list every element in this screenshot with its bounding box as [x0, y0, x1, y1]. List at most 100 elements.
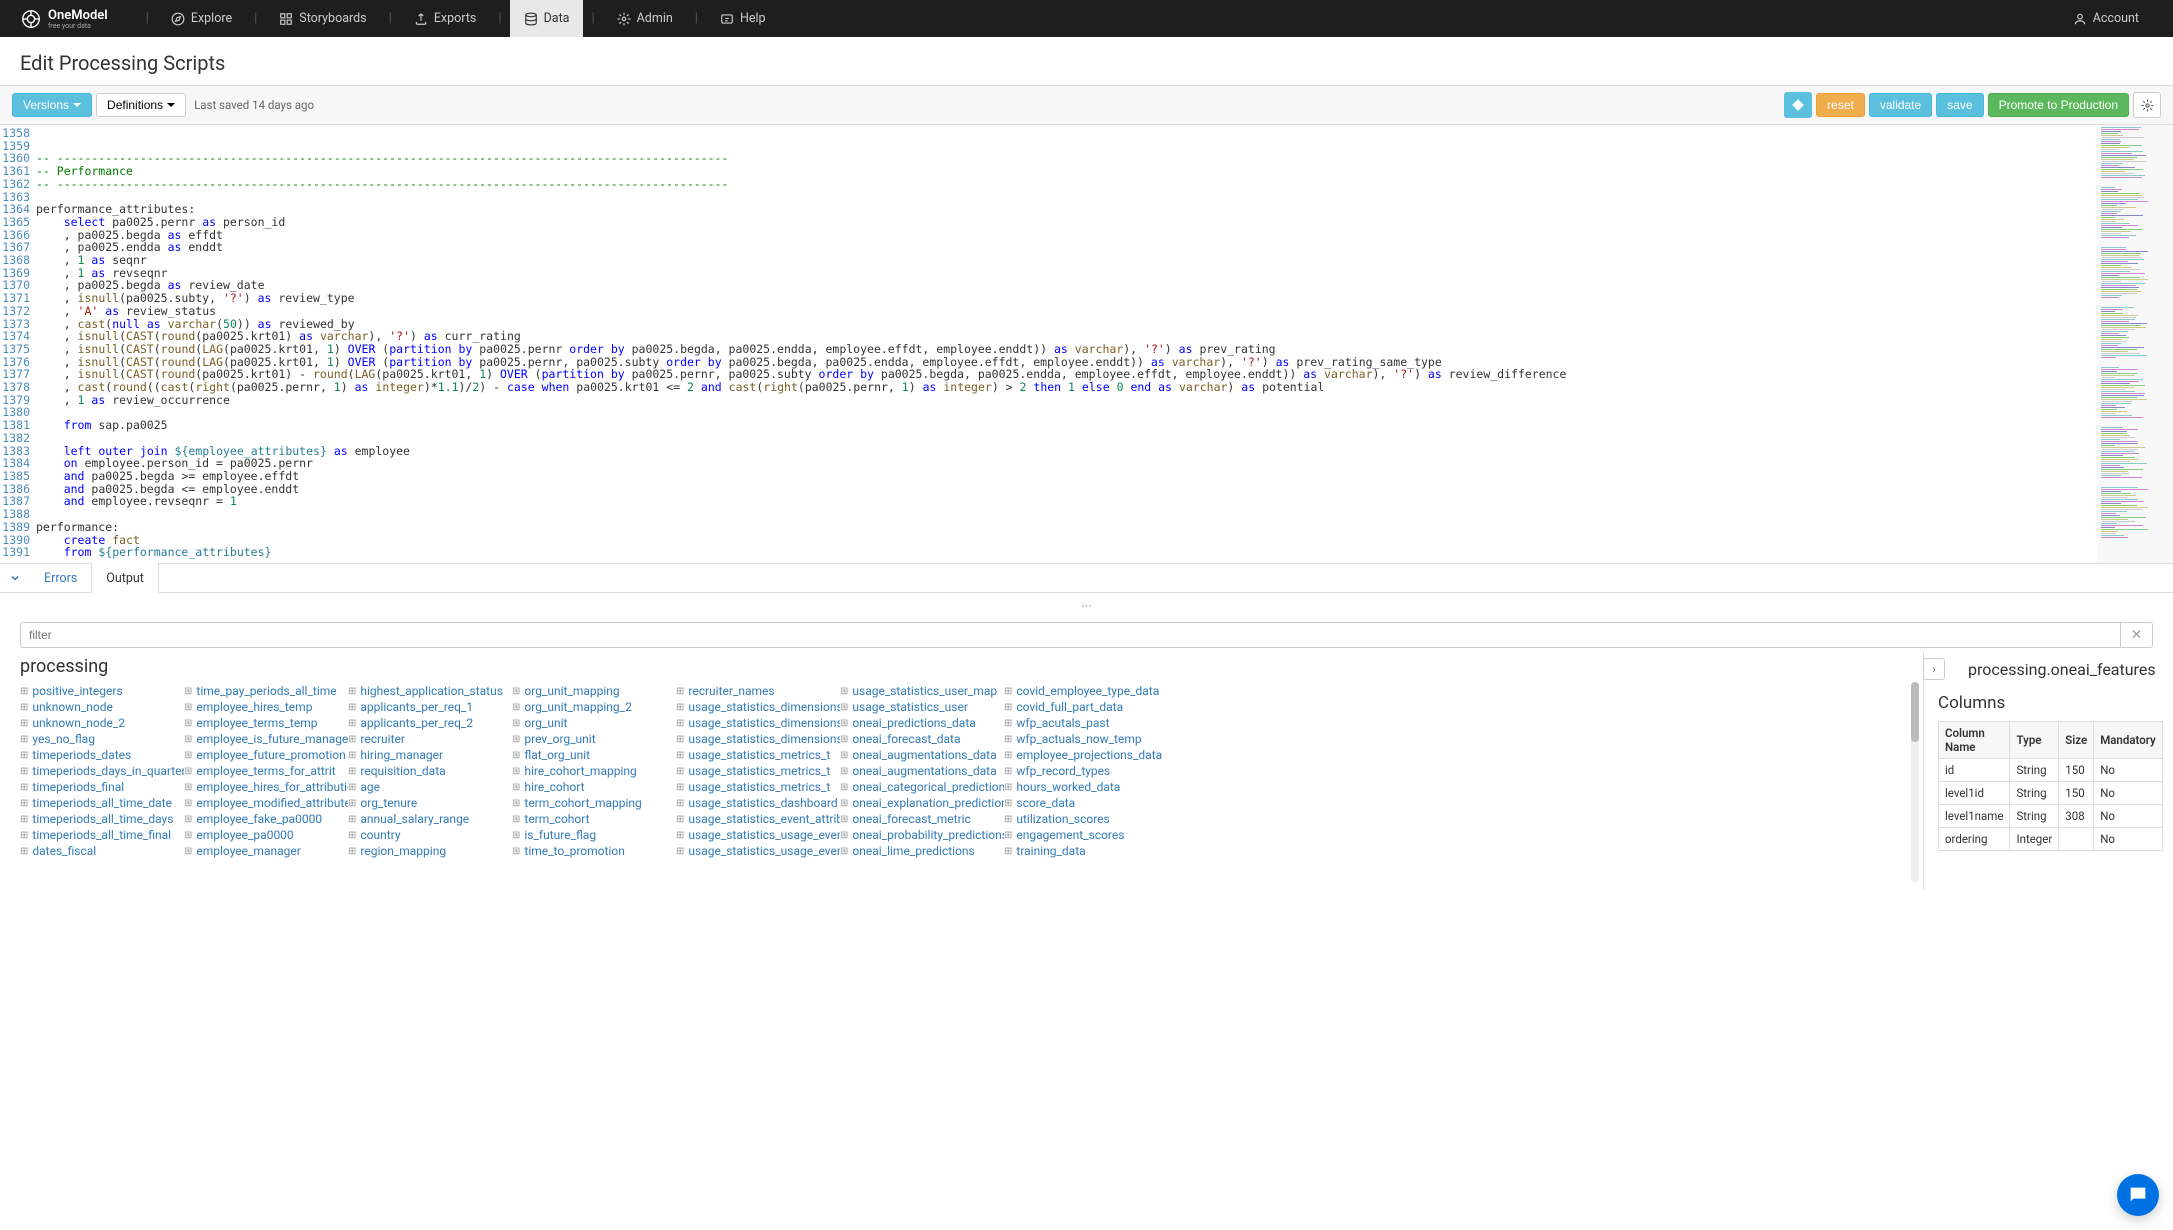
nav-data[interactable]: Data: [510, 0, 584, 37]
versions-dropdown[interactable]: Versions: [12, 93, 92, 117]
processing-item[interactable]: ⊞org_unit_mapping_2: [512, 699, 676, 715]
processing-item[interactable]: ⊞oneai_predictions_data: [840, 715, 1004, 731]
processing-item[interactable]: ⊞usage_statistics_event_attribution: [676, 811, 840, 827]
processing-item[interactable]: ⊞covid_employee_type_data: [1004, 683, 1168, 699]
processing-item[interactable]: ⊞time_pay_periods_all_time: [184, 683, 348, 699]
processing-item[interactable]: ⊞score_data: [1004, 795, 1168, 811]
processing-item[interactable]: ⊞oneai_categorical_predictions: [840, 779, 1004, 795]
processing-item[interactable]: ⊞employee_hires_temp: [184, 699, 348, 715]
processing-item[interactable]: ⊞oneai_augmentations_data: [840, 747, 1004, 763]
processing-item[interactable]: ⊞training_data: [1004, 843, 1168, 859]
processing-item[interactable]: ⊞usage_statistics_usage_events: [676, 843, 840, 859]
processing-item[interactable]: ⊞requisition_data: [348, 763, 512, 779]
processing-item[interactable]: ⊞usage_statistics_user_map: [840, 683, 1004, 699]
processing-item[interactable]: ⊞hiring_manager: [348, 747, 512, 763]
processing-item[interactable]: ⊞oneai_probability_predictions: [840, 827, 1004, 843]
processing-item[interactable]: ⊞covid_full_part_data: [1004, 699, 1168, 715]
processing-item[interactable]: ⊞wfp_record_types: [1004, 763, 1168, 779]
processing-item[interactable]: ⊞recruiter: [348, 731, 512, 747]
processing-item[interactable]: ⊞timeperiods_all_time_days: [20, 811, 184, 827]
processing-item[interactable]: ⊞recruiter_names: [676, 683, 840, 699]
processing-item[interactable]: ⊞employee_terms_for_attrit: [184, 763, 348, 779]
table-row[interactable]: level1idString150No: [1939, 782, 2163, 805]
processing-item[interactable]: ⊞oneai_forecast_metric: [840, 811, 1004, 827]
processing-item[interactable]: ⊞employee_terms_temp: [184, 715, 348, 731]
processing-item[interactable]: ⊞wfp_actuals_now_temp: [1004, 731, 1168, 747]
save-button[interactable]: save: [1936, 93, 1983, 117]
processing-item[interactable]: ⊞oneai_lime_predictions: [840, 843, 1004, 859]
processing-item[interactable]: ⊞oneai_forecast_data: [840, 731, 1004, 747]
chat-bubble[interactable]: [2117, 1174, 2159, 1216]
processing-item[interactable]: ⊞unknown_node_2: [20, 715, 184, 731]
table-row[interactable]: level1nameString308No: [1939, 805, 2163, 828]
code-editor[interactable]: 1358 1359 1360 1361 1362 1363 1364 1365 …: [0, 125, 2173, 563]
processing-item[interactable]: ⊞usage_statistics_usage_events: [676, 827, 840, 843]
filter-input[interactable]: [20, 622, 2121, 648]
diamond-button[interactable]: [1784, 92, 1812, 118]
processing-item[interactable]: ⊞timeperiods_days_in_quarter: [20, 763, 184, 779]
processing-item[interactable]: ⊞employee_modified_attributes: [184, 795, 348, 811]
processing-item[interactable]: ⊞positive_integers: [20, 683, 184, 699]
processing-item[interactable]: ⊞yes_no_flag: [20, 731, 184, 747]
processing-item[interactable]: ⊞employee_hires_for_attribution: [184, 779, 348, 795]
columns-toggle[interactable]: ›: [1923, 658, 1945, 680]
processing-item[interactable]: ⊞hours_worked_data: [1004, 779, 1168, 795]
processing-item[interactable]: ⊞employee_fake_pa0000: [184, 811, 348, 827]
filter-clear-button[interactable]: ✕: [2121, 622, 2153, 648]
processing-item[interactable]: ⊞annual_salary_range: [348, 811, 512, 827]
processing-item[interactable]: ⊞time_to_promotion: [512, 843, 676, 859]
processing-item[interactable]: ⊞usage_statistics_dimensions: [676, 715, 840, 731]
processing-item[interactable]: ⊞term_cohort_mapping: [512, 795, 676, 811]
table-row[interactable]: idString150No: [1939, 759, 2163, 782]
logo[interactable]: OneModel free your data: [20, 8, 108, 30]
processing-item[interactable]: ⊞timeperiods_dates: [20, 747, 184, 763]
processing-item[interactable]: ⊞usage_statistics_dimensions: [676, 731, 840, 747]
promote-button[interactable]: Promote to Production: [1988, 93, 2129, 117]
nav-admin[interactable]: Admin: [603, 0, 687, 37]
nav-account[interactable]: Account: [2059, 0, 2153, 37]
processing-item[interactable]: ⊞applicants_per_req_1: [348, 699, 512, 715]
processing-item[interactable]: ⊞age: [348, 779, 512, 795]
table-row[interactable]: orderingIntegerNo: [1939, 828, 2163, 851]
processing-item[interactable]: ⊞employee_pa0000: [184, 827, 348, 843]
nav-help[interactable]: Help: [706, 0, 780, 37]
drag-handle[interactable]: ⋯: [12, 599, 2161, 612]
nav-explore[interactable]: Explore: [157, 0, 246, 37]
processing-item[interactable]: ⊞employee_is_future_manager: [184, 731, 348, 747]
nav-exports[interactable]: Exports: [400, 0, 491, 37]
processing-item[interactable]: ⊞is_future_flag: [512, 827, 676, 843]
processing-scrollbar[interactable]: [1911, 682, 1919, 882]
processing-item[interactable]: ⊞region_mapping: [348, 843, 512, 859]
validate-button[interactable]: validate: [1869, 93, 1932, 117]
processing-item[interactable]: ⊞prev_org_unit: [512, 731, 676, 747]
processing-item[interactable]: ⊞usage_statistics_user: [840, 699, 1004, 715]
processing-item[interactable]: ⊞engagement_scores: [1004, 827, 1168, 843]
settings-button[interactable]: [2133, 92, 2161, 118]
processing-item[interactable]: ⊞usage_statistics_metrics_t: [676, 763, 840, 779]
minimap[interactable]: [2097, 125, 2173, 563]
definitions-dropdown[interactable]: Definitions: [96, 93, 186, 117]
processing-item[interactable]: ⊞wfp_acutals_past: [1004, 715, 1168, 731]
processing-item[interactable]: ⊞country: [348, 827, 512, 843]
processing-item[interactable]: ⊞org_unit: [512, 715, 676, 731]
tab-errors[interactable]: Errors: [30, 563, 91, 593]
collapse-toggle[interactable]: [0, 572, 30, 584]
processing-item[interactable]: ⊞employee_future_promotion: [184, 747, 348, 763]
processing-item[interactable]: ⊞unknown_node: [20, 699, 184, 715]
processing-item[interactable]: ⊞employee_projections_data: [1004, 747, 1168, 763]
tab-output[interactable]: Output: [91, 563, 159, 593]
processing-item[interactable]: ⊞highest_application_status: [348, 683, 512, 699]
processing-item[interactable]: ⊞hire_cohort: [512, 779, 676, 795]
processing-item[interactable]: ⊞hire_cohort_mapping: [512, 763, 676, 779]
processing-item[interactable]: ⊞usage_statistics_metrics_t: [676, 747, 840, 763]
processing-item[interactable]: ⊞timeperiods_all_time_final: [20, 827, 184, 843]
processing-item[interactable]: ⊞org_unit_mapping: [512, 683, 676, 699]
nav-storyboards[interactable]: Storyboards: [265, 0, 380, 37]
code-content[interactable]: -- -------------------------------------…: [36, 125, 2097, 563]
processing-item[interactable]: ⊞usage_statistics_dimensions: [676, 699, 840, 715]
processing-item[interactable]: ⊞applicants_per_req_2: [348, 715, 512, 731]
processing-item[interactable]: ⊞usage_statistics_dashboard: [676, 795, 840, 811]
reset-button[interactable]: reset: [1816, 93, 1865, 117]
processing-item[interactable]: ⊞term_cohort: [512, 811, 676, 827]
processing-item[interactable]: ⊞timeperiods_final: [20, 779, 184, 795]
